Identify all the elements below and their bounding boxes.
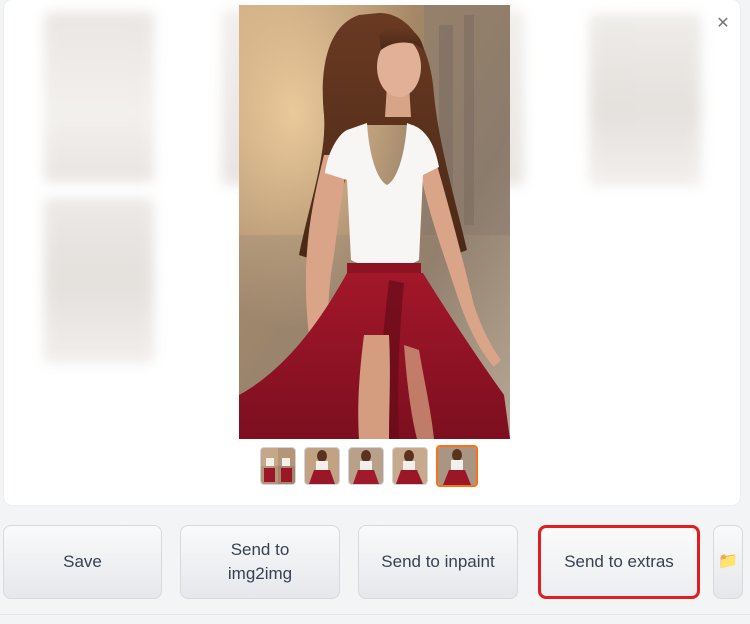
generated-image-illustration bbox=[239, 5, 510, 439]
close-icon[interactable]: ✕ bbox=[712, 12, 734, 34]
send-to-extras-button[interactable]: Send to extras bbox=[538, 525, 700, 599]
save-button[interactable]: Save bbox=[3, 525, 162, 599]
send-to-img2img-label-line1: Send to bbox=[230, 540, 290, 559]
preview-image[interactable] bbox=[239, 5, 510, 439]
send-to-img2img-label-line2: img2img bbox=[227, 564, 293, 583]
send-to-img2img-button[interactable]: Send to img2img bbox=[180, 525, 340, 599]
thumbnail[interactable] bbox=[260, 447, 296, 485]
thumbnail[interactable] bbox=[348, 447, 384, 485]
folder-icon: 📁 bbox=[718, 553, 738, 570]
save-button-label: Save bbox=[63, 552, 102, 571]
action-button-row: Save Send to img2img Send to inpaint Sen… bbox=[0, 525, 750, 600]
open-folder-button[interactable]: 📁 bbox=[713, 525, 743, 599]
image-gallery: ✕ bbox=[4, 0, 740, 505]
blurred-background-image bbox=[589, 14, 701, 186]
blurred-background-image bbox=[44, 12, 154, 182]
send-to-inpaint-label: Send to inpaint bbox=[381, 552, 495, 571]
send-to-inpaint-button[interactable]: Send to inpaint bbox=[358, 525, 518, 599]
thumbnail-strip bbox=[260, 445, 478, 491]
thumbnail[interactable] bbox=[304, 447, 340, 485]
blurred-background-image bbox=[44, 198, 154, 363]
divider bbox=[0, 614, 750, 615]
thumbnail[interactable] bbox=[392, 447, 428, 485]
thumbnail-selected[interactable] bbox=[436, 445, 478, 487]
send-to-extras-label: Send to extras bbox=[564, 552, 674, 571]
